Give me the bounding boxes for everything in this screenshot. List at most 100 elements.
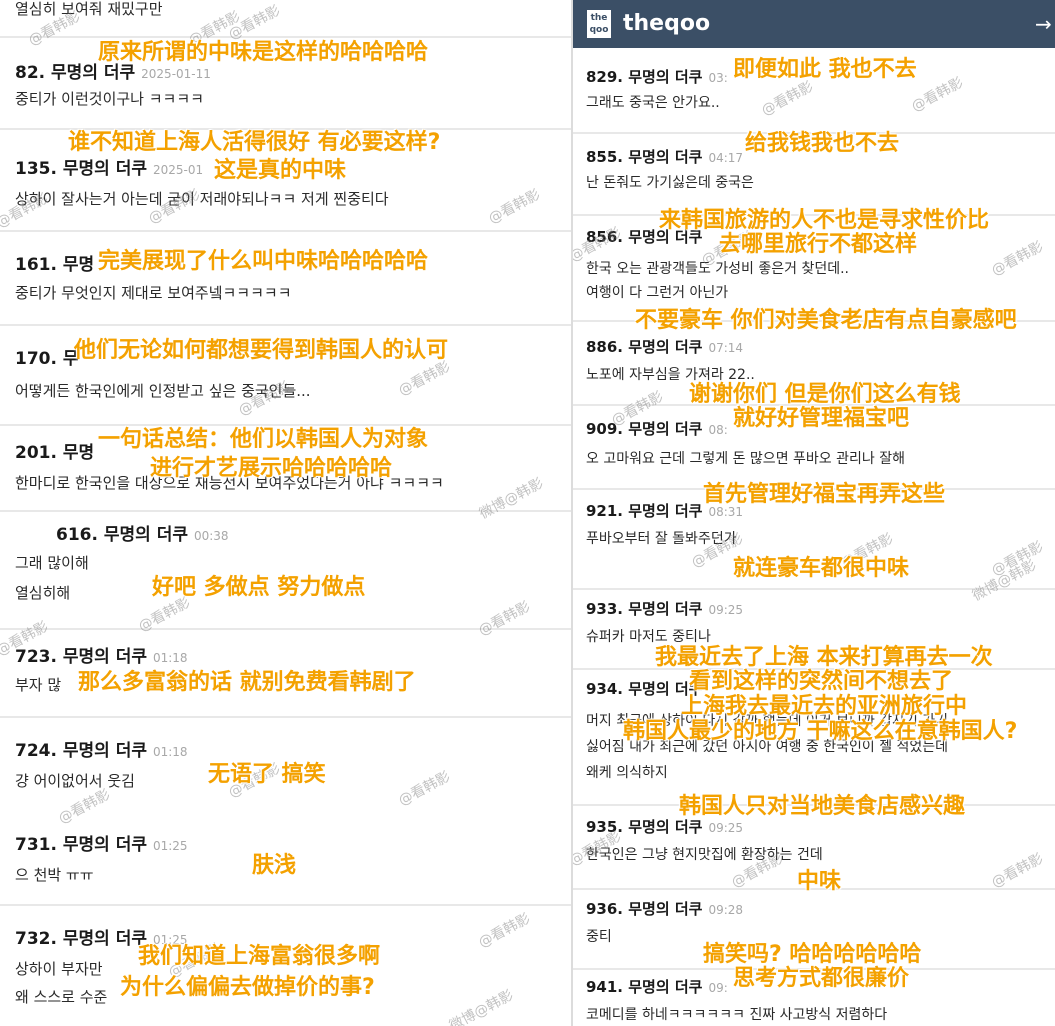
- translation-overlay: 就好好管理福宝吧: [733, 406, 910, 431]
- translation-overlay: 谁不知道上海人活得很好 有必要这样?: [68, 130, 441, 155]
- comment-header: 829. 무명의 더쿠 03:: [586, 66, 728, 87]
- theqoo-logo[interactable]: the qoo: [587, 10, 611, 38]
- comment-author: 829. 무명의 더쿠: [586, 68, 703, 86]
- comment-text: 열심히 보여줘 재밌구만: [15, 0, 163, 18]
- comment-header: 135. 무명의 더쿠 2025-01: [15, 154, 203, 179]
- comment-author: 732. 무명의 더쿠: [15, 929, 147, 949]
- comment-text: 그래도 중국은 안가요..: [586, 95, 720, 111]
- login-arrow-icon[interactable]: →: [1035, 12, 1052, 36]
- comment-time: 03:: [708, 71, 728, 85]
- comment-time: 04:17: [708, 151, 744, 165]
- translation-overlay: 无语了 搞笑: [208, 762, 326, 787]
- translation-overlay: 不要豪车 你们对美食老店有点自豪感吧: [635, 308, 1017, 333]
- translation-overlay: 看到这样的突然间不想去了: [689, 669, 954, 694]
- comment-text: 부자 많: [15, 676, 62, 694]
- translation-overlay: 我最近去了上海 本来打算再去一次: [655, 645, 993, 670]
- left-screenshot-panel: 열심히 보여줘 재밌구만 82. 무명의 더쿠 2025-01-11 중티가 이런…: [0, 0, 571, 1026]
- comment-header: 855. 무명의 더쿠 04:17: [586, 146, 743, 167]
- comment-header: 723. 무명의 더쿠 01:18: [15, 642, 188, 667]
- translation-overlay: 好吧 多做点 努力做点: [152, 575, 366, 600]
- comment-author: 723. 무명의 더쿠: [15, 647, 147, 667]
- comment-text: 중티가 이런것이구나 ㅋㅋㅋㅋ: [15, 90, 204, 108]
- translation-overlay: 韩国人最少的地方 干嘛这么在意韩国人?: [623, 719, 1018, 744]
- translation-overlay: 为什么偏偏去做掉价的事?: [120, 975, 375, 1000]
- comment-time: 01:18: [152, 651, 188, 665]
- divider: [0, 230, 571, 232]
- comment-header: 161. 무명: [15, 250, 94, 275]
- comment-fragment: 열심히 보여줘 재밌구만: [0, 0, 571, 36]
- comment-text: 상하이 부자만: [15, 960, 103, 978]
- comment-header: 936. 무명의 더쿠 09:28: [586, 898, 743, 919]
- comment-time: 2025-01: [152, 163, 204, 177]
- translation-overlay: 完美展现了什么叫中味哈哈哈哈哈: [98, 249, 429, 274]
- comment-time: 09:25: [708, 821, 744, 835]
- translation-overlay: 搞笑吗? 哈哈哈哈哈哈: [703, 942, 922, 967]
- translation-overlay: 那么多富翁的话 就别免费看韩剧了: [78, 670, 416, 695]
- comment-time: 09:28: [708, 903, 744, 917]
- translation-overlay: 进行才艺展示哈哈哈哈哈: [150, 456, 393, 481]
- comment-header: 933. 무명의 더쿠 09:25: [586, 598, 743, 619]
- comment-header: 909. 무명의 더쿠 08:: [586, 418, 728, 439]
- comment-author: 616. 무명의 더쿠: [56, 525, 188, 545]
- app-header: the qoo theqoo →: [573, 0, 1055, 48]
- comment-author: 921. 무명의 더쿠: [586, 502, 703, 520]
- comment-author: 933. 무명의 더쿠: [586, 600, 703, 618]
- comment-author: 724. 무명의 더쿠: [15, 741, 147, 761]
- comment-header: 941. 무명의 더쿠 09:: [586, 976, 728, 997]
- comment-time: 01:25: [152, 839, 188, 853]
- comment-time: 07:14: [708, 341, 744, 355]
- translation-overlay: 他们无论如何都想要得到韩国人的认可: [74, 338, 449, 363]
- divider: [0, 424, 571, 426]
- comment-text: 걍 어이없어서 웃김: [15, 772, 135, 790]
- translation-overlay: 思考方式都很廉价: [733, 966, 910, 991]
- translation-overlay: 首先管理好福宝再弄这些: [703, 482, 946, 507]
- translation-overlay: 来韩国旅游的人不也是寻求性价比: [659, 208, 990, 233]
- translation-overlay: 我们知道上海富翁很多啊: [138, 944, 381, 969]
- comment-author: 161. 무명: [15, 255, 95, 275]
- comment-text: 코메디를 하네ㅋㅋㅋㅋㅋㅋ 진짜 사고방식 저렴하다: [586, 1007, 888, 1023]
- app-title[interactable]: theqoo: [623, 11, 710, 36]
- comment-text: 중티가 무엇인지 제대로 보여주넼ㅋㅋㅋㅋㅋ: [15, 284, 292, 302]
- translation-overlay: 肤浅: [252, 853, 297, 878]
- comment-header: 731. 무명의 더쿠 01:25: [15, 830, 188, 855]
- divider: [0, 904, 571, 906]
- right-screenshot-panel: the qoo theqoo → 829. 무명의 더쿠 03: 그래도 중국은 …: [573, 0, 1055, 1026]
- comment-text: 난 돈줘도 가기싫은데 중국은: [586, 175, 754, 191]
- comment-time: 09:: [708, 981, 728, 995]
- translation-overlay: 就连豪车都很中味: [733, 556, 910, 581]
- comment-header: 724. 무명의 더쿠 01:18: [15, 736, 188, 761]
- comment-time: 2025-01-11: [141, 67, 211, 81]
- translation-overlay: 上海我去最近去的亚洲旅行中: [681, 694, 968, 719]
- divider: [0, 324, 571, 326]
- comment-time: 08:: [708, 423, 728, 437]
- translation-overlay: 韩国人只对当地美食店感兴趣: [679, 794, 966, 819]
- comment-author: 82. 무명의 더쿠: [15, 63, 136, 83]
- comment-author: 731. 무명의 더쿠: [15, 835, 147, 855]
- translation-overlay: 原来所谓的中味是这样的哈哈哈哈: [98, 40, 429, 65]
- comment-header: 886. 무명의 더쿠 07:14: [586, 336, 743, 357]
- comment-text-line3: 왜케 의식하지: [586, 765, 668, 781]
- comment-header: 201. 무명: [15, 438, 94, 463]
- comment-author: 135. 무명의 더쿠: [15, 159, 147, 179]
- comment-text-line2: 여행이 다 그런거 아닌가: [586, 285, 729, 301]
- translation-overlay: 中味: [797, 869, 842, 894]
- divider: [0, 36, 571, 38]
- translation-overlay: 谢谢你们 但是你们这么有钱: [689, 382, 961, 407]
- comment-author: 886. 무명의 더쿠: [586, 338, 703, 356]
- translation-overlay: 给我钱我也不去: [745, 131, 900, 156]
- comment-text: 오 고마워요 근데 그렇게 돈 많으면 푸바오 관리나 잘해: [586, 451, 905, 467]
- divider: [0, 716, 571, 718]
- comment-text: 중티: [586, 929, 612, 945]
- comment-author: 909. 무명의 더쿠: [586, 420, 703, 438]
- comment-item[interactable]: 616. 무명의 더쿠 00:38 그래 많이해 열심히해: [0, 510, 571, 630]
- comment-time: 01:18: [152, 745, 188, 759]
- comment-text: 그래 많이해: [15, 554, 89, 572]
- comment-author: 170. 무: [15, 349, 79, 369]
- translation-overlay: 这是真的中味: [214, 158, 347, 183]
- translation-overlay: 去哪里旅行不都这样: [719, 232, 918, 257]
- comment-author: 941. 무명의 더쿠: [586, 978, 703, 996]
- comment-time: 09:25: [708, 603, 744, 617]
- comment-item[interactable]: 161. 무명 중티가 무엇인지 제대로 보여주넼ㅋㅋㅋㅋㅋ: [0, 230, 571, 322]
- translation-overlay: 即便如此 我也不去: [733, 57, 917, 82]
- comment-header: 616. 무명의 더쿠 00:38: [56, 520, 229, 545]
